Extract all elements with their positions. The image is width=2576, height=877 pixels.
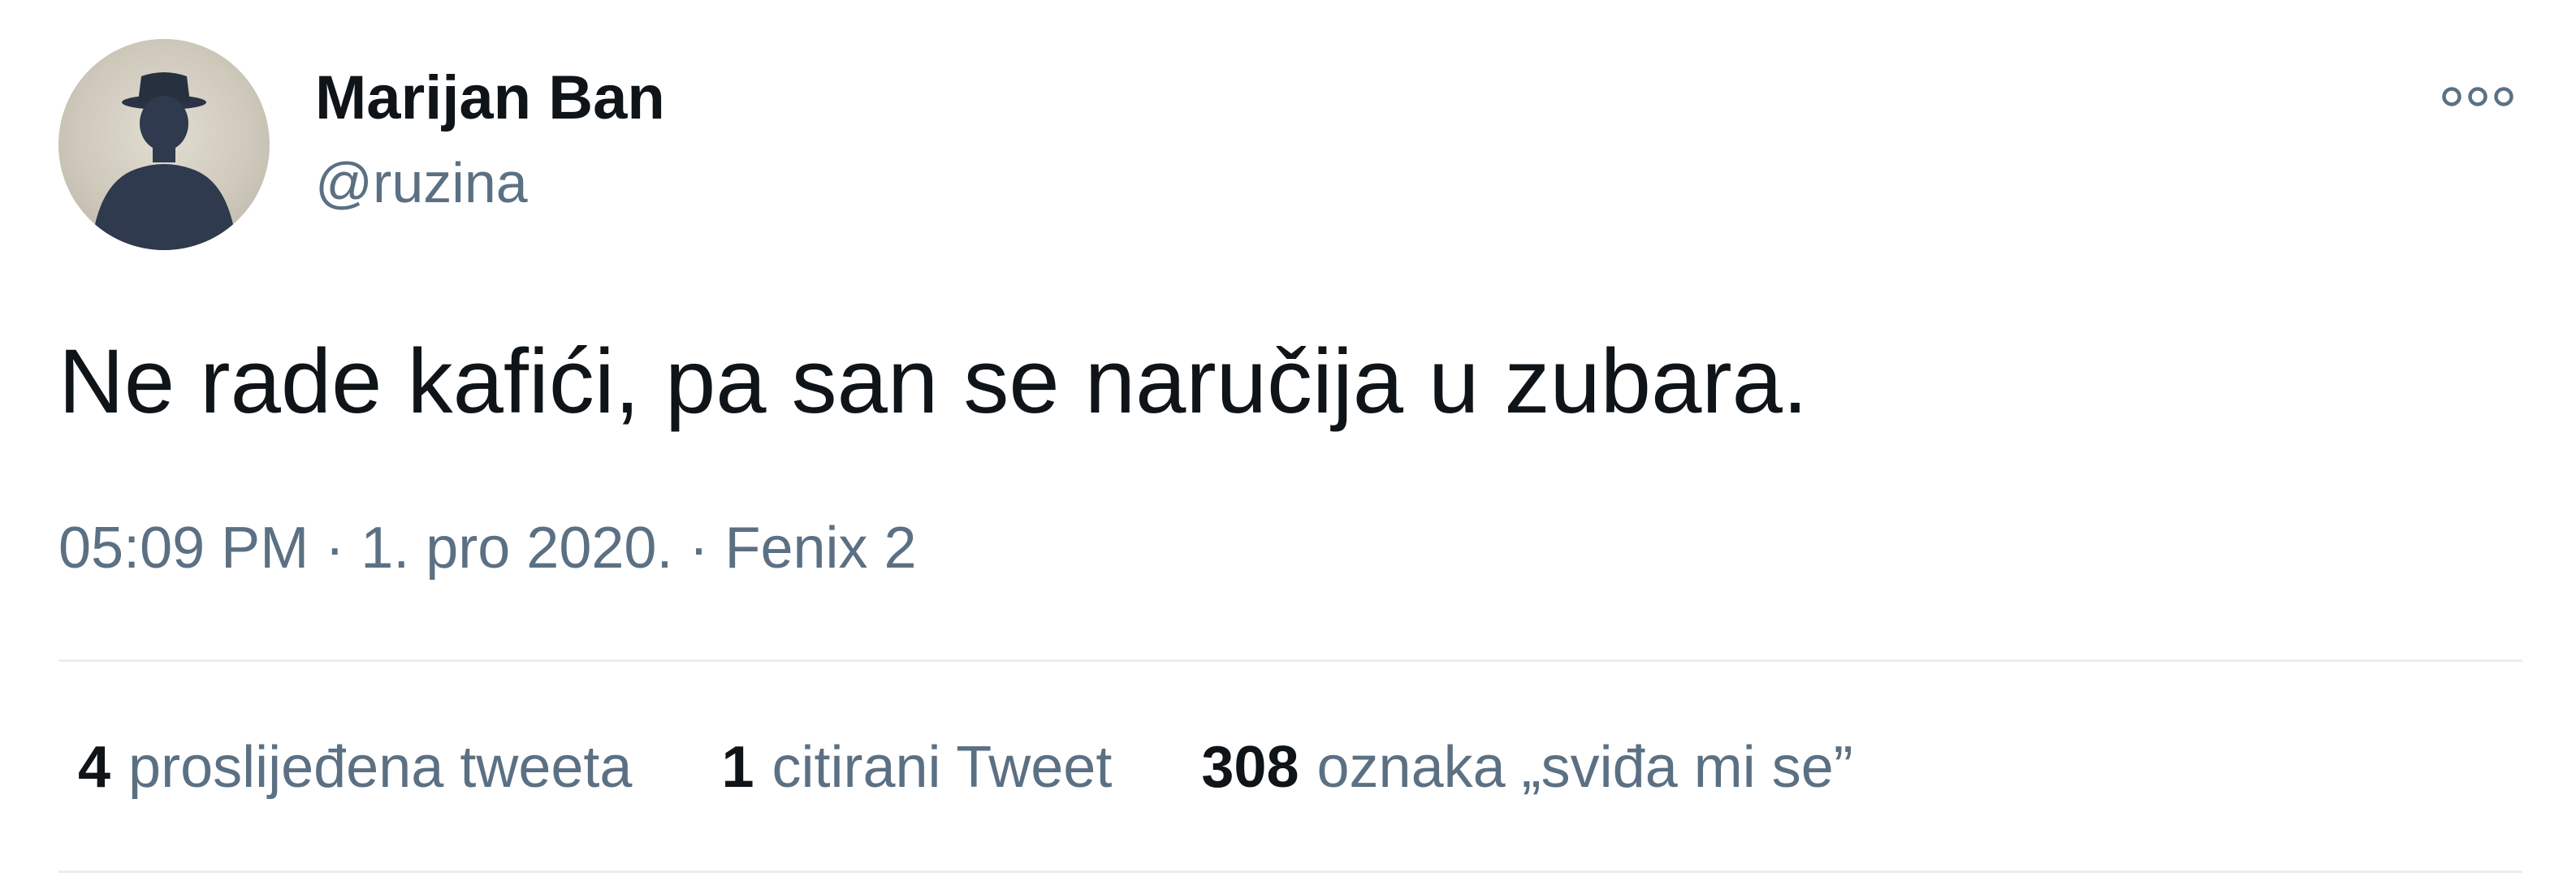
- meta-separator: ·: [689, 516, 725, 581]
- more-options-button[interactable]: [2433, 68, 2522, 125]
- likes-count: 308: [1201, 735, 1299, 800]
- more-options-icon: [2442, 87, 2513, 106]
- retweets-count: 4: [78, 735, 111, 800]
- likes-label: oznaka „sviđa mi se”: [1316, 735, 1853, 800]
- tweet-card: Marijan Ban @ruzina Ne rade kafići, pa s…: [0, 0, 2576, 877]
- divider: [58, 871, 2522, 873]
- quote-tweets-count: 1: [721, 735, 754, 800]
- likes-stat[interactable]: 308 oznaka „sviđa mi se”: [1201, 731, 1852, 804]
- silhouette-hat-avatar-icon: [91, 72, 237, 250]
- tweet-meta: 05:09 PM · 1. pro 2020. · Fenix 2: [58, 512, 917, 585]
- divider: [58, 659, 2522, 662]
- tweet-time[interactable]: 05:09 PM: [58, 516, 309, 581]
- retweets-label: proslijeđena tweeta: [128, 735, 633, 800]
- tweet-date[interactable]: 1. pro 2020.: [361, 516, 672, 581]
- tweet-source[interactable]: Fenix 2: [724, 516, 916, 581]
- avatar[interactable]: [58, 39, 270, 250]
- author-display-name[interactable]: Marijan Ban: [315, 62, 665, 135]
- author-handle[interactable]: @ruzina: [315, 146, 528, 219]
- quote-tweets-label: citirani Tweet: [772, 735, 1113, 800]
- quote-tweets-stat[interactable]: 1 citirani Tweet: [721, 731, 1112, 804]
- meta-separator: ·: [325, 516, 361, 581]
- tweet-stats: 4 proslijeđena tweeta 1 citirani Tweet 3…: [78, 731, 1943, 804]
- tweet-text: Ne rade kafići, pa san se naručija u zub…: [58, 330, 1809, 432]
- retweets-stat[interactable]: 4 proslijeđena tweeta: [78, 731, 632, 804]
